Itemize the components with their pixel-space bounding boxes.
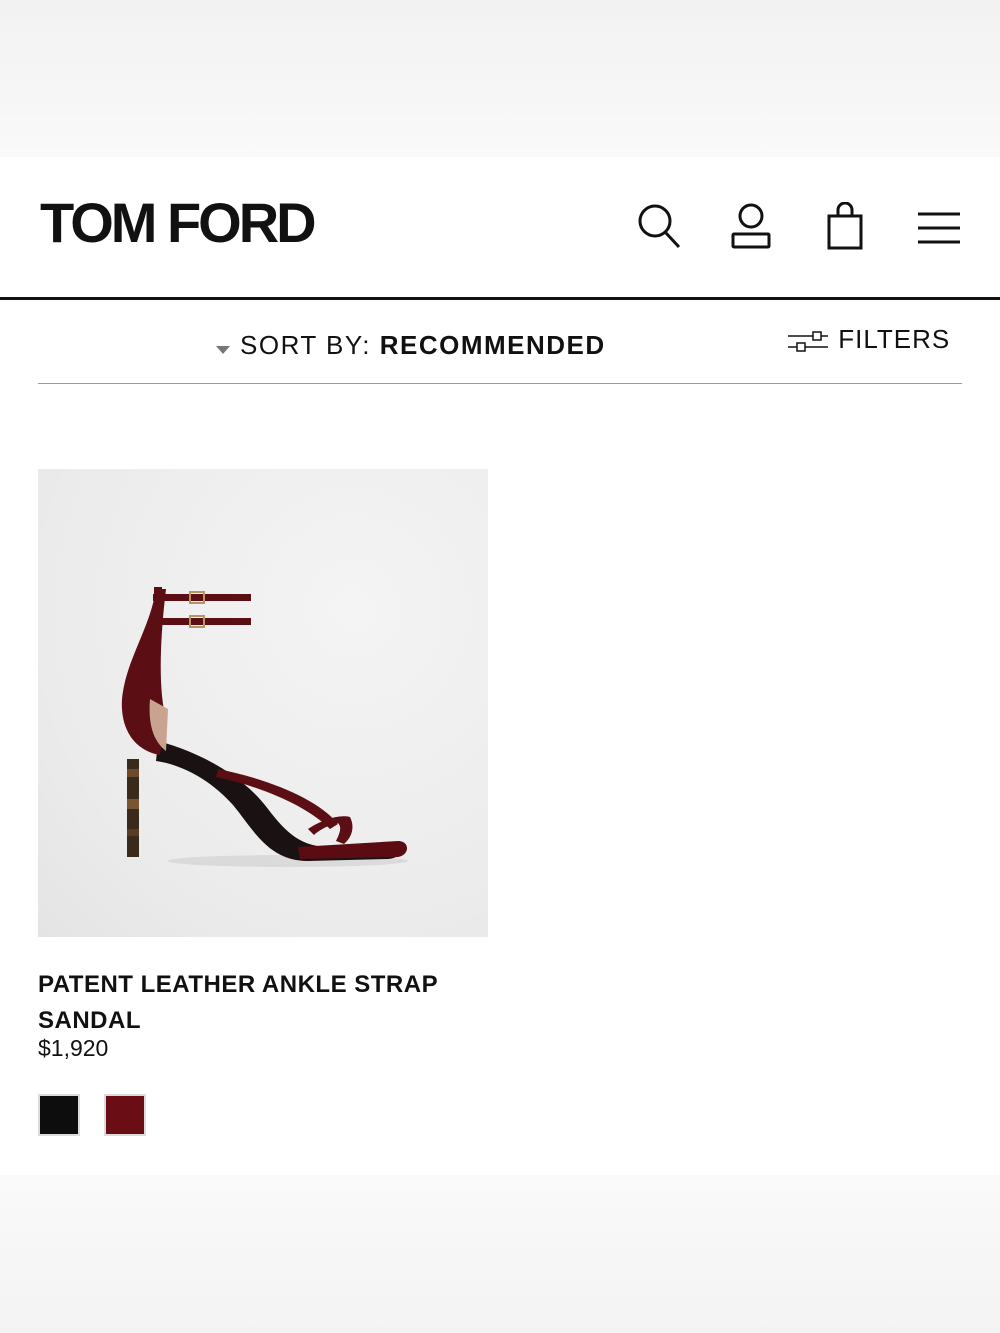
chevron-down-icon: [214, 332, 232, 363]
sort-filter-bar: SORT BY: RECOMMENDED FILTERS: [38, 302, 962, 384]
swatch-burgundy[interactable]: [104, 1094, 146, 1136]
sort-value: RECOMMENDED: [379, 330, 606, 360]
sandal-image: [121, 587, 408, 867]
filters-label: FILTERS: [838, 324, 951, 354]
filter-sliders-icon: [788, 324, 838, 354]
menu-icon[interactable]: [917, 211, 961, 245]
swatch-black[interactable]: [38, 1094, 80, 1136]
filters-button[interactable]: FILTERS: [788, 324, 950, 355]
shopping-bag-icon[interactable]: [826, 202, 864, 252]
site-header: TOM FORD: [0, 157, 1000, 300]
product-image[interactable]: [38, 469, 488, 937]
sort-dropdown[interactable]: SORT BY: RECOMMENDED: [214, 330, 606, 363]
sort-label: SORT BY:: [240, 330, 371, 360]
top-fade-area: [0, 0, 1000, 157]
brand-logo[interactable]: TOM FORD: [40, 195, 317, 251]
color-swatches: [38, 1094, 488, 1136]
product-card[interactable]: PATENT LEATHER ANKLE STRAP SANDAL $1,920: [38, 469, 488, 1136]
product-price: $1,920: [38, 1035, 109, 1061]
search-icon[interactable]: [636, 202, 682, 250]
bottom-fade-area: [0, 1175, 1000, 1333]
account-icon[interactable]: [730, 202, 772, 250]
product-title[interactable]: PATENT LEATHER ANKLE STRAP SANDAL: [38, 967, 488, 1039]
